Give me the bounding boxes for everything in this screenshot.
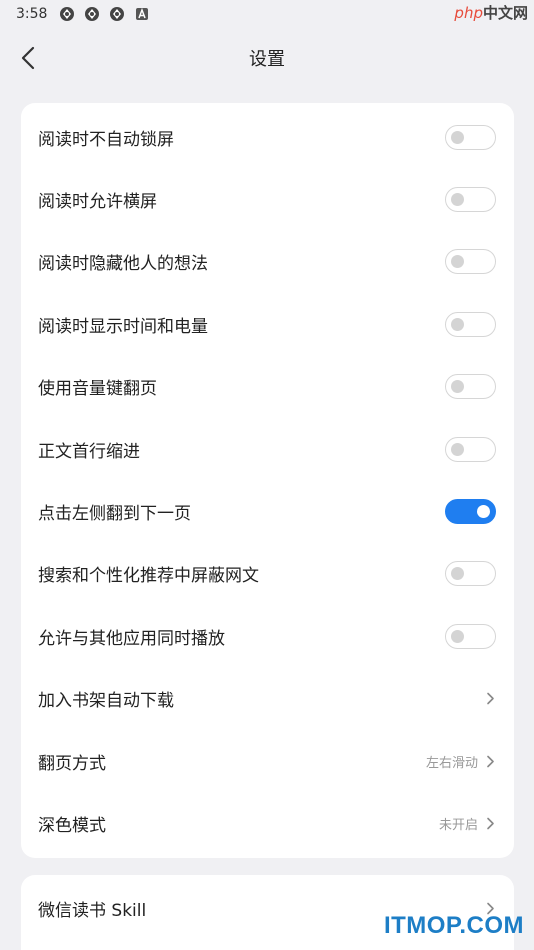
setting-value: 未开启 xyxy=(438,817,478,833)
setting-toggle[interactable] xyxy=(445,561,496,587)
setting-row: 阅读时隐藏他人的想法 xyxy=(21,231,514,293)
setting-row[interactable]: 深色模式 未开启 xyxy=(21,792,514,854)
toggle-knob xyxy=(451,567,464,581)
setting-toggle[interactable] xyxy=(445,374,496,400)
setting-row: 阅读时显示时间和电量 xyxy=(21,293,514,355)
sync-icon xyxy=(84,6,100,22)
back-arrow-icon xyxy=(21,46,35,70)
chevron-right-icon xyxy=(484,816,496,830)
nav-bar: 设置 xyxy=(0,28,534,88)
setting-label: 使用音量键翻页 xyxy=(38,379,157,400)
toggle-knob xyxy=(451,380,464,394)
setting-row: 阅读时不自动锁屏 xyxy=(21,106,514,168)
setting-label: 阅读时显示时间和电量 xyxy=(38,316,208,337)
setting-toggle[interactable] xyxy=(445,249,496,275)
setting-label: 翻页方式 xyxy=(38,753,106,774)
setting-toggle[interactable] xyxy=(445,187,496,213)
toggle-knob xyxy=(451,629,464,643)
setting-row[interactable]: 加入书架自动下载 xyxy=(21,668,514,730)
setting-label: 点击左侧翻到下一页 xyxy=(38,504,191,525)
notification-a-icon xyxy=(134,6,150,22)
toggle-knob xyxy=(451,130,464,144)
setting-label: 加入书架自动下载 xyxy=(38,691,174,712)
setting-toggle[interactable] xyxy=(445,623,496,649)
toggle-knob xyxy=(451,442,464,456)
toggle-knob xyxy=(477,505,490,519)
page-title: 设置 xyxy=(249,49,285,70)
toggle-knob xyxy=(451,193,464,207)
sync-icon xyxy=(109,6,125,22)
setting-row: 使用音量键翻页 xyxy=(21,356,514,418)
setting-row: 允许与其他应用同时播放 xyxy=(21,605,514,667)
setting-row[interactable]: 翻页方式 左右滑动 xyxy=(21,730,514,792)
setting-row: 点击左侧翻到下一页 xyxy=(21,480,514,542)
watermark-top: php中文网 xyxy=(454,2,528,23)
setting-value: 左右滑动 xyxy=(425,755,478,771)
setting-label: 深色模式 xyxy=(38,815,106,836)
setting-toggle[interactable] xyxy=(445,124,496,150)
setting-row: 阅读时允许横屏 xyxy=(21,168,514,230)
sync-icon xyxy=(59,6,75,22)
chevron-right-icon xyxy=(484,754,496,768)
chevron-right-icon xyxy=(484,692,496,706)
setting-label: 阅读时不自动锁屏 xyxy=(38,129,174,150)
setting-label: 允许与其他应用同时播放 xyxy=(38,628,225,649)
setting-label: 正文首行缩进 xyxy=(38,441,140,462)
watermark-bottom: ITMOP.COM xyxy=(383,912,524,939)
setting-toggle[interactable] xyxy=(445,499,496,525)
status-time: 3:58 xyxy=(16,6,48,22)
setting-row: 正文首行缩进 xyxy=(21,418,514,480)
toggle-knob xyxy=(451,255,464,269)
back-button[interactable] xyxy=(14,44,42,72)
setting-toggle[interactable] xyxy=(445,436,496,462)
setting-label: 搜索和个性化推荐中屏蔽网文 xyxy=(38,566,259,587)
settings-card: 阅读时不自动锁屏 阅读时允许横屏阅读时隐藏他人的想法 阅读时显示时间和电量 使用音量键… xyxy=(21,103,514,858)
setting-label: 阅读时允许横屏 xyxy=(38,192,157,213)
watermark-cn: 中文网 xyxy=(482,4,528,22)
toggle-knob xyxy=(451,317,464,331)
watermark-php: php xyxy=(454,4,483,22)
setting-toggle[interactable] xyxy=(445,311,496,337)
setting-label: 阅读时隐藏他人的想法 xyxy=(38,254,208,275)
setting-row: 搜索和个性化推荐中屏蔽网文 xyxy=(21,543,514,605)
